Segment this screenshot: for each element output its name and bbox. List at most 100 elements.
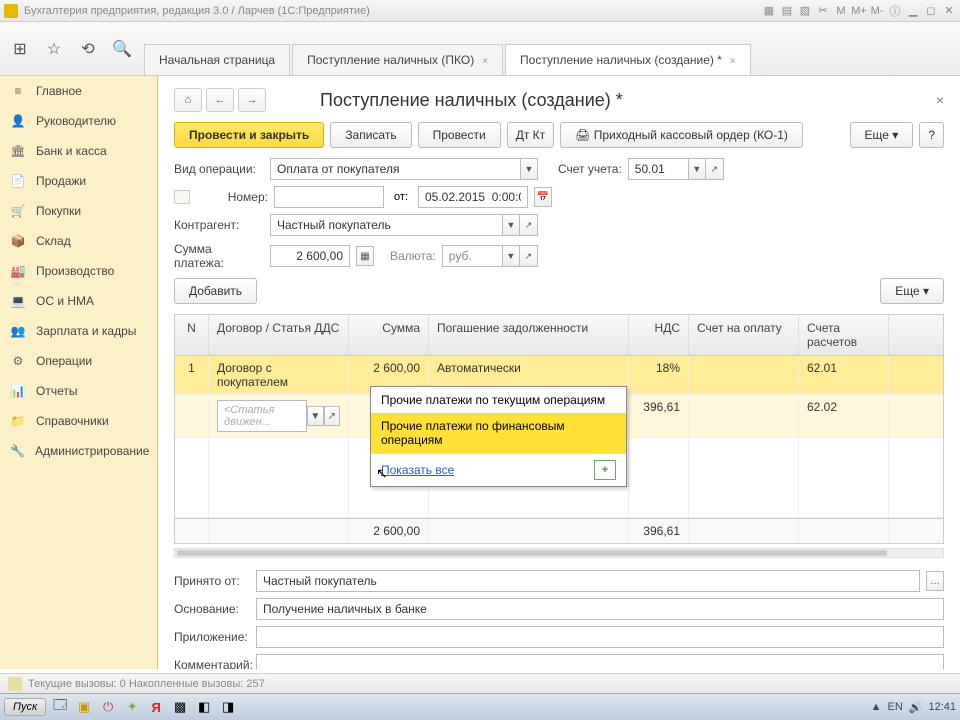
sidebar-item-catalogs[interactable]: 📁Справочники bbox=[0, 406, 157, 436]
cell-dogovor[interactable]: Договор с покупателем bbox=[209, 356, 349, 394]
tray-icon[interactable]: ▲ bbox=[871, 701, 882, 713]
number-input[interactable] bbox=[274, 186, 384, 208]
m-plus-icon[interactable]: M+ bbox=[852, 4, 866, 18]
add-item-button[interactable]: + bbox=[594, 460, 616, 480]
th-raschet[interactable]: Счета расчетов bbox=[799, 315, 889, 355]
table-more-button[interactable]: Еще ▾ bbox=[880, 278, 944, 304]
amount-input[interactable] bbox=[270, 245, 350, 267]
search-icon[interactable]: 🔍 bbox=[110, 37, 134, 61]
scrollbar-thumb[interactable] bbox=[177, 550, 887, 556]
lang-indicator[interactable]: EN bbox=[887, 701, 902, 713]
th-dogovor[interactable]: Договор / Статья ДДС bbox=[209, 315, 349, 355]
tab-close-icon[interactable]: × bbox=[482, 56, 488, 67]
open-icon[interactable]: ↗ bbox=[324, 406, 340, 426]
ellipsis-icon[interactable]: … bbox=[926, 571, 944, 591]
tab-close-icon[interactable]: × bbox=[730, 56, 736, 67]
more-button[interactable]: Еще ▾ bbox=[850, 122, 914, 148]
sidebar-item-production[interactable]: 🏭Производство bbox=[0, 256, 157, 286]
chevron-down-icon[interactable]: ▼ bbox=[520, 158, 538, 180]
star-icon[interactable]: ☆ bbox=[42, 37, 66, 61]
sidebar-item-main[interactable]: ≡Главное bbox=[0, 76, 157, 106]
open-icon[interactable]: ↗ bbox=[706, 158, 724, 180]
show-all-link[interactable]: Показать все bbox=[381, 463, 454, 477]
chevron-down-icon[interactable]: ▼ bbox=[307, 406, 323, 426]
dt-kt-button[interactable]: Дт Кт bbox=[507, 122, 554, 148]
horizontal-scrollbar[interactable] bbox=[174, 548, 944, 558]
power-icon[interactable]: ⏻ bbox=[98, 697, 118, 717]
sidebar-item-reports[interactable]: 📊Отчеты bbox=[0, 376, 157, 406]
date-input[interactable] bbox=[418, 186, 528, 208]
volume-icon[interactable]: 🔊 bbox=[909, 701, 923, 714]
received-input[interactable] bbox=[256, 570, 920, 592]
sidebar-item-payroll[interactable]: 👥Зарплата и кадры bbox=[0, 316, 157, 346]
app3-icon[interactable]: ◧ bbox=[194, 697, 214, 717]
comment-input[interactable] bbox=[256, 654, 944, 669]
th-n[interactable]: N bbox=[175, 315, 209, 355]
cell-raschet2[interactable]: 62.02 bbox=[799, 395, 889, 437]
article-placeholder[interactable]: <Статья движен... bbox=[217, 400, 307, 432]
cell-raschet[interactable]: 62.01 bbox=[799, 356, 889, 394]
grid-icon[interactable]: ▦ bbox=[762, 4, 776, 18]
maximize-icon[interactable]: ◻ bbox=[924, 4, 938, 18]
open-icon[interactable]: ↗ bbox=[520, 245, 538, 267]
cell-nds-amt[interactable]: 396,61 bbox=[629, 395, 689, 437]
th-nds[interactable]: НДС bbox=[629, 315, 689, 355]
app1-icon[interactable]: ✦ bbox=[122, 697, 142, 717]
account-select[interactable]: 50.01 ▼ ↗ bbox=[628, 158, 724, 180]
counterparty-select[interactable]: Частный покупатель ▼ ↗ bbox=[270, 214, 538, 236]
tab-pko-list[interactable]: Поступление наличных (ПКО)× bbox=[292, 44, 503, 75]
tab-pko-create[interactable]: Поступление наличных (создание) *× bbox=[505, 44, 751, 75]
clip-icon[interactable]: ✂ bbox=[816, 4, 830, 18]
operation-select[interactable]: Оплата от покупателя ▼ bbox=[270, 158, 538, 180]
calc-icon[interactable]: ▤ bbox=[780, 4, 794, 18]
chevron-down-icon[interactable]: ▼ bbox=[688, 158, 706, 180]
dropdown-item-highlighted[interactable]: Прочие платежи по финансовым операциям bbox=[371, 413, 626, 453]
sidebar-item-assets[interactable]: 💻ОС и НМА bbox=[0, 286, 157, 316]
calculator-icon[interactable]: ▦ bbox=[356, 246, 374, 266]
save-button[interactable]: Записать bbox=[330, 122, 411, 148]
th-schet[interactable]: Счет на оплату bbox=[689, 315, 799, 355]
start-button[interactable]: Пуск bbox=[4, 698, 46, 716]
sidebar-item-purchases[interactable]: 🛒Покупки bbox=[0, 196, 157, 226]
app2-icon[interactable]: ▩ bbox=[170, 697, 190, 717]
help-button[interactable]: ? bbox=[919, 122, 944, 148]
sidebar-item-sales[interactable]: 📄Продажи bbox=[0, 166, 157, 196]
tab-home[interactable]: Начальная страница bbox=[144, 44, 290, 75]
yandex-icon[interactable]: Я bbox=[146, 697, 166, 717]
cell-article[interactable]: <Статья движен... ▼ ↗ bbox=[209, 395, 349, 437]
sidebar-item-bank[interactable]: 🏛Банк и касса bbox=[0, 136, 157, 166]
sidebar-item-warehouse[interactable]: 📦Склад bbox=[0, 226, 157, 256]
open-icon[interactable]: ↗ bbox=[520, 214, 538, 236]
currency-select[interactable]: руб. ▼ ↗ bbox=[442, 245, 538, 267]
info-icon[interactable]: ⓘ bbox=[888, 4, 902, 18]
basis-input[interactable] bbox=[256, 598, 944, 620]
app4-icon[interactable]: ◨ bbox=[218, 697, 238, 717]
apps-icon[interactable]: ⊞ bbox=[8, 37, 32, 61]
forward-button[interactable]: → bbox=[238, 88, 266, 112]
counterparty-value[interactable]: Частный покупатель bbox=[270, 214, 502, 236]
print-ko1-button[interactable]: 🖨 Приходный кассовый ордер (КО-1) bbox=[560, 122, 803, 148]
add-row-button[interactable]: Добавить bbox=[174, 278, 257, 304]
sidebar-item-manager[interactable]: 👤Руководителю bbox=[0, 106, 157, 136]
account-value[interactable]: 50.01 bbox=[628, 158, 688, 180]
th-sum[interactable]: Сумма bbox=[349, 315, 429, 355]
back-button[interactable]: ← bbox=[206, 88, 234, 112]
history-icon[interactable]: ⟲ bbox=[76, 37, 100, 61]
clock[interactable]: 12:41 bbox=[928, 701, 956, 713]
post-and-close-button[interactable]: Провести и закрыть bbox=[174, 122, 324, 148]
sidebar-item-admin[interactable]: 🔧Администрирование bbox=[0, 436, 157, 466]
cell-schet[interactable] bbox=[689, 356, 799, 394]
post-button[interactable]: Провести bbox=[418, 122, 501, 148]
dropdown-item[interactable]: Прочие платежи по текущим операциям bbox=[371, 387, 626, 413]
close-window-icon[interactable]: ✕ bbox=[942, 4, 956, 18]
close-page-icon[interactable]: × bbox=[936, 92, 944, 108]
operation-value[interactable]: Оплата от покупателя bbox=[270, 158, 520, 180]
cell-nds[interactable]: 18% bbox=[629, 356, 689, 394]
chevron-down-icon[interactable]: ▼ bbox=[502, 214, 520, 236]
attachment-input[interactable] bbox=[256, 626, 944, 648]
m-icon[interactable]: M bbox=[834, 4, 848, 18]
m-minus-icon[interactable]: M- bbox=[870, 4, 884, 18]
calendar-icon[interactable]: ▧ bbox=[798, 4, 812, 18]
tc-icon[interactable]: ▣ bbox=[74, 697, 94, 717]
calendar-icon[interactable]: 📅 bbox=[534, 187, 552, 207]
